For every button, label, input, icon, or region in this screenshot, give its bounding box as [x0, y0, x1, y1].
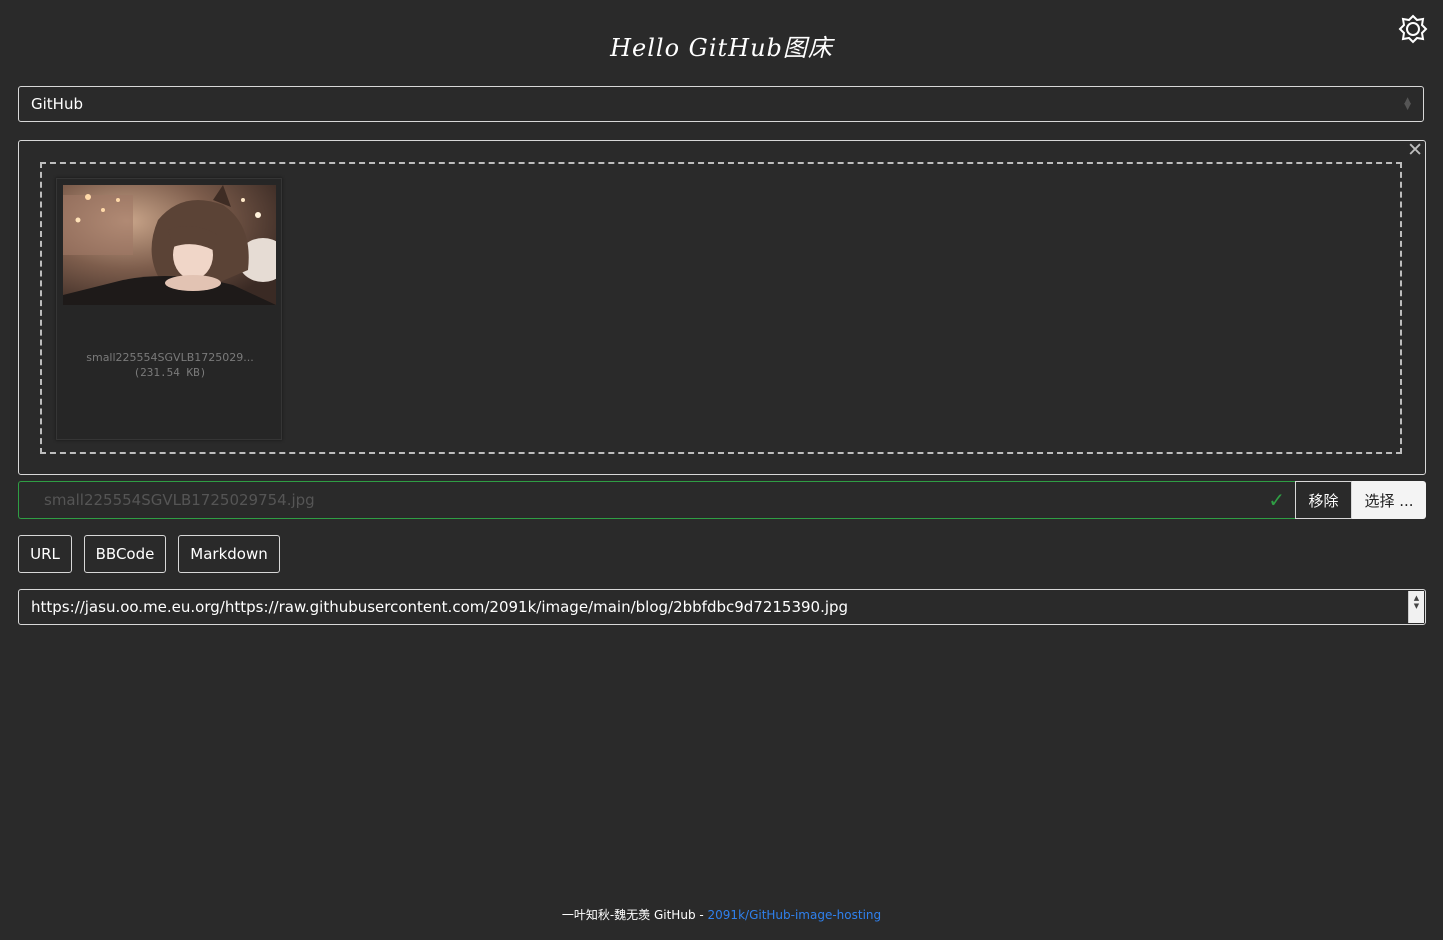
page-title: Hello GitHub图床: [610, 34, 833, 62]
provider-select-value: GitHub: [31, 95, 83, 113]
file-caption-text: small225554SGVLB1725029754.jpg: [44, 491, 315, 509]
result-link-text: https://jasu.oo.me.eu.org/https://raw.gi…: [31, 598, 849, 616]
theme-toggle-button[interactable]: [1398, 14, 1428, 44]
file-name: small225554SGVLB1725029...: [86, 351, 254, 364]
markdown-format-button[interactable]: Markdown: [178, 535, 280, 573]
close-icon[interactable]: ✕: [1407, 139, 1423, 161]
file-caption-field[interactable]: small225554SGVLB1725029754.jpg ✓: [18, 481, 1295, 519]
check-icon: ✓: [1268, 488, 1285, 512]
result-link-field[interactable]: https://jasu.oo.me.eu.org/https://raw.gi…: [18, 589, 1426, 625]
file-preview-card: small225554SGVLB1725029... (231.54 KB): [56, 178, 282, 440]
url-format-button[interactable]: URL: [18, 535, 72, 573]
sun-gear-icon: [1398, 14, 1428, 44]
preview-image: [63, 185, 276, 305]
file-input-group: small225554SGVLB1725029754.jpg ✓ 移除 选择 .…: [18, 481, 1426, 519]
provider-select[interactable]: GitHub ▲ ▼: [18, 86, 1424, 122]
select-caret-icon: ▲ ▼: [1404, 96, 1411, 112]
footer-text: 一叶知秋-魏无羡 GitHub -: [561, 908, 708, 922]
choose-file-button[interactable]: 选择 ...: [1352, 481, 1426, 519]
upload-panel: ✕ small225554SGVLB1725029... (231.54 KB): [18, 139, 1426, 475]
remove-button[interactable]: 移除: [1295, 481, 1352, 519]
footer-repo-link[interactable]: 2091k/GitHub-image-hosting: [708, 908, 882, 922]
footer: 一叶知秋-魏无羡 GitHub - 2091k/GitHub-image-hos…: [0, 906, 1443, 923]
bbcode-format-button[interactable]: BBCode: [84, 535, 166, 573]
drop-zone[interactable]: small225554SGVLB1725029... (231.54 KB): [40, 162, 1402, 454]
scroll-spinner[interactable]: ▲ ▼: [1408, 591, 1424, 623]
file-size: (231.54 KB): [133, 366, 207, 379]
